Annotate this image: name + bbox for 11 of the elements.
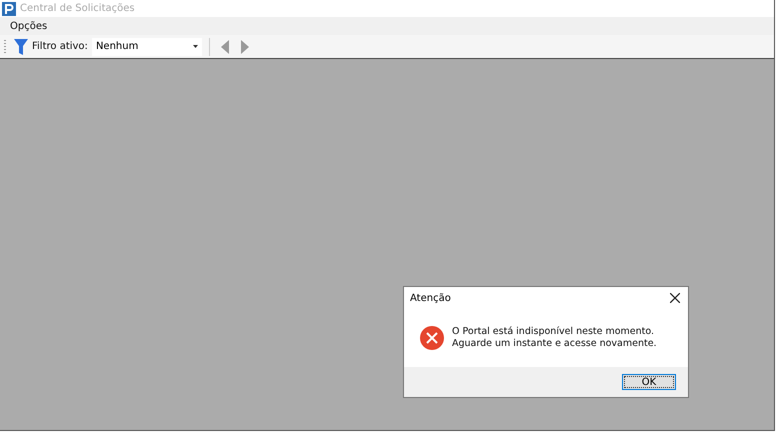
menu-item[interactable]: Opções	[4, 20, 54, 32]
filter-icon	[14, 38, 28, 54]
dialog-title: Atenção	[410, 292, 451, 304]
caret-icon	[192, 45, 198, 48]
window-title: Central de Solicitações	[20, 3, 135, 14]
filter-label: Filtro ativo:	[32, 41, 88, 52]
filter-dropdown[interactable]: Nenhum	[92, 38, 202, 56]
close-button[interactable]	[668, 291, 682, 305]
ok-button[interactable]: OK	[622, 374, 676, 390]
dialog-message: O Portal está indisponível neste momento. Aguarde um instante e acesse novamente.	[452, 326, 658, 350]
error-icon	[420, 326, 444, 350]
